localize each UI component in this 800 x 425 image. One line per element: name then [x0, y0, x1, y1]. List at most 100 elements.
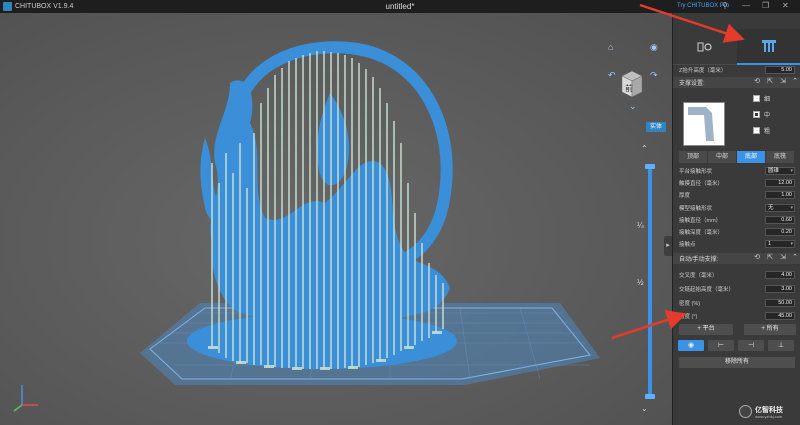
reset-icon[interactable]: ⟲	[753, 78, 761, 86]
support-panel: Z抬升高度（毫米） 5.00 支撑设置: ⟲ ⇱ ⇲ ⌃ 细 中 粗 顶部 中部…	[672, 13, 800, 425]
collapse-panel-icon[interactable]: ▸	[664, 236, 672, 256]
density-input[interactable]: 50.00	[765, 299, 795, 307]
preset-fine-radio[interactable]	[753, 94, 760, 102]
3d-viewport[interactable]: ⌂ ◉ ↶ ↷ 前 ⌄ 实体 ⌃ ¼ ½ ⌄ ▸	[0, 13, 672, 425]
contact-depth-input[interactable]: 0.20	[765, 228, 795, 236]
z-lift-label: Z抬升高度（毫米）	[679, 68, 727, 74]
model-contact-diameter-row: 接触直径（mm） 0.60	[679, 215, 795, 225]
field-label: 角度 (°)	[679, 314, 698, 320]
field-label: 接触直径（mm）	[679, 218, 722, 224]
contact-diameter-row: 触摸直径（毫米） 12.00	[679, 178, 795, 188]
support-point-mid-icon[interactable]: ⊣	[738, 340, 764, 351]
cross-input[interactable]: 4.00	[765, 271, 795, 279]
tab-raft[interactable]: 底筏	[766, 151, 794, 163]
slider-up-icon[interactable]: ⌃	[641, 144, 648, 153]
import-icon[interactable]: ⇲	[779, 78, 787, 86]
contact-points-row: 接触点 1	[679, 239, 795, 249]
support-settings-label: 支撑设置:	[679, 81, 705, 87]
field-label: 平台接触形状	[679, 169, 713, 175]
tab-settings[interactable]	[673, 29, 737, 65]
support-point-bottom-icon[interactable]: ⊥	[768, 340, 794, 351]
tab-bottom[interactable]: 底部	[737, 151, 765, 163]
preset-fine-label: 细	[764, 96, 771, 103]
cross-start-height-input[interactable]: 3.00	[765, 285, 795, 293]
watermark-logo-icon	[739, 405, 752, 418]
field-label: 厚度	[679, 193, 691, 199]
preset-medium-label: 中	[764, 112, 771, 119]
cross-row: 交叉度（毫米） 4.00	[679, 270, 795, 280]
model-contact-diameter-input[interactable]: 0.60	[765, 216, 795, 224]
home-icon[interactable]: ⌂	[608, 42, 613, 52]
add-platform-button[interactable]: + 平台	[679, 324, 733, 335]
panel-tabs	[673, 29, 800, 65]
add-all-button[interactable]: + 所有	[744, 324, 796, 335]
preset-coarse-radio[interactable]	[753, 126, 760, 134]
collapse-up-icon[interactable]: ⌃	[791, 254, 799, 262]
slider-down-icon[interactable]: ⌄	[641, 404, 648, 413]
slider-track[interactable]	[648, 168, 652, 396]
minimize-icon[interactable]: —	[742, 1, 750, 10]
preset-medium[interactable]: 中	[753, 109, 793, 119]
field-label: 接触点	[679, 242, 696, 248]
thickness-input[interactable]: 1.00	[765, 191, 795, 199]
title-bar: CHITUBOX V1.9.4 untitled* Try CHITUBOX P…	[0, 0, 800, 13]
user-icon[interactable]: ⚲	[722, 1, 728, 10]
platform-contact-shape-select[interactable]: 圆锥	[765, 167, 795, 175]
reset-icon[interactable]: ⟲	[753, 254, 761, 262]
redo-view-icon[interactable]: ↷	[650, 70, 658, 81]
tab-supports[interactable]	[737, 29, 800, 65]
thickness-row: 厚度 1.00	[679, 190, 795, 200]
tab-middle[interactable]: 中部	[708, 151, 736, 163]
field-label: 交叉度（毫米）	[679, 273, 718, 279]
export-icon[interactable]: ⇱	[766, 78, 774, 86]
slider-bottom-handle[interactable]	[645, 394, 655, 399]
field-label: 触摸直径（毫米）	[679, 181, 724, 187]
field-label: 交链起始高度（毫米）	[679, 287, 735, 293]
chitubox-window: CHITUBOX V1.9.4 untitled* Try CHITUBOX P…	[0, 0, 800, 425]
nav-cube-label: 前	[625, 84, 633, 93]
field-label: 密度 (%)	[679, 301, 701, 307]
z-lift-input[interactable]: 5.00	[765, 66, 795, 74]
layer-slider[interactable]: ⌃ ¼ ½ ⌄	[637, 144, 655, 416]
slider-top-handle[interactable]	[645, 164, 655, 169]
entity-badge[interactable]: 实体	[646, 122, 666, 132]
remove-all-button[interactable]: 移除所有	[679, 357, 795, 368]
watermark: 亿智科技 www.yzhkj.com	[737, 404, 797, 420]
contact-diameter-input[interactable]: 12.00	[765, 179, 795, 187]
export-icon[interactable]: ⇱	[766, 254, 774, 262]
preset-coarse[interactable]: 粗	[753, 125, 793, 135]
restore-icon[interactable]: ❐	[762, 1, 769, 10]
model-contact-shape-row: 模型接触形状 无	[679, 203, 795, 213]
visibility-icon[interactable]: ◉	[678, 340, 704, 351]
slider-quarter-label: ¼	[637, 221, 644, 230]
eye-icon[interactable]: ◉	[650, 42, 658, 53]
support-settings-header: 支撑设置: ⟲ ⇱ ⇲ ⌃	[673, 77, 800, 88]
platform-contact-shape-row: 平台接触形状 圆锥	[679, 166, 795, 176]
close-icon[interactable]: ✕	[782, 1, 789, 10]
watermark-sub: www.yzhkj.com	[755, 414, 783, 419]
scene-canvas[interactable]	[0, 13, 672, 425]
import-icon[interactable]: ⇲	[779, 254, 787, 262]
support-point-icon[interactable]: ⊢	[708, 340, 734, 351]
preset-coarse-label: 粗	[764, 128, 771, 135]
preset-medium-radio[interactable]	[753, 110, 760, 118]
angle-input[interactable]: 45.00	[765, 312, 795, 320]
auto-manual-label: 自动/手动支撑:	[679, 257, 719, 263]
tab-top[interactable]: 顶部	[679, 151, 707, 163]
collapse-up-icon[interactable]: ⌃	[791, 78, 799, 86]
preset-fine[interactable]: 细	[753, 93, 793, 103]
model-contact-shape-select[interactable]: 无	[765, 204, 795, 212]
slider-half-label: ½	[637, 278, 644, 287]
angle-row: 角度 (°) 45.00	[679, 311, 795, 321]
nav-down-icon[interactable]: ⌄	[629, 101, 637, 112]
support-part-tabs: 顶部 中部 底部 底筏	[679, 151, 795, 163]
xyz-axes-icon	[13, 385, 38, 412]
undo-view-icon[interactable]: ↶	[608, 70, 616, 81]
cross-start-height-row: 交链起始高度（毫米） 3.00	[679, 284, 795, 294]
contact-points-select[interactable]: 1	[765, 240, 795, 248]
auto-manual-header: 自动/手动支撑: ⟲ ⇱ ⇲ ⌃	[673, 253, 800, 264]
settings-icon	[697, 42, 712, 52]
field-label: 接触深度（毫米）	[679, 230, 724, 236]
support-preview	[683, 102, 725, 146]
contact-depth-row: 接触深度（毫米） 0.20	[679, 227, 795, 237]
